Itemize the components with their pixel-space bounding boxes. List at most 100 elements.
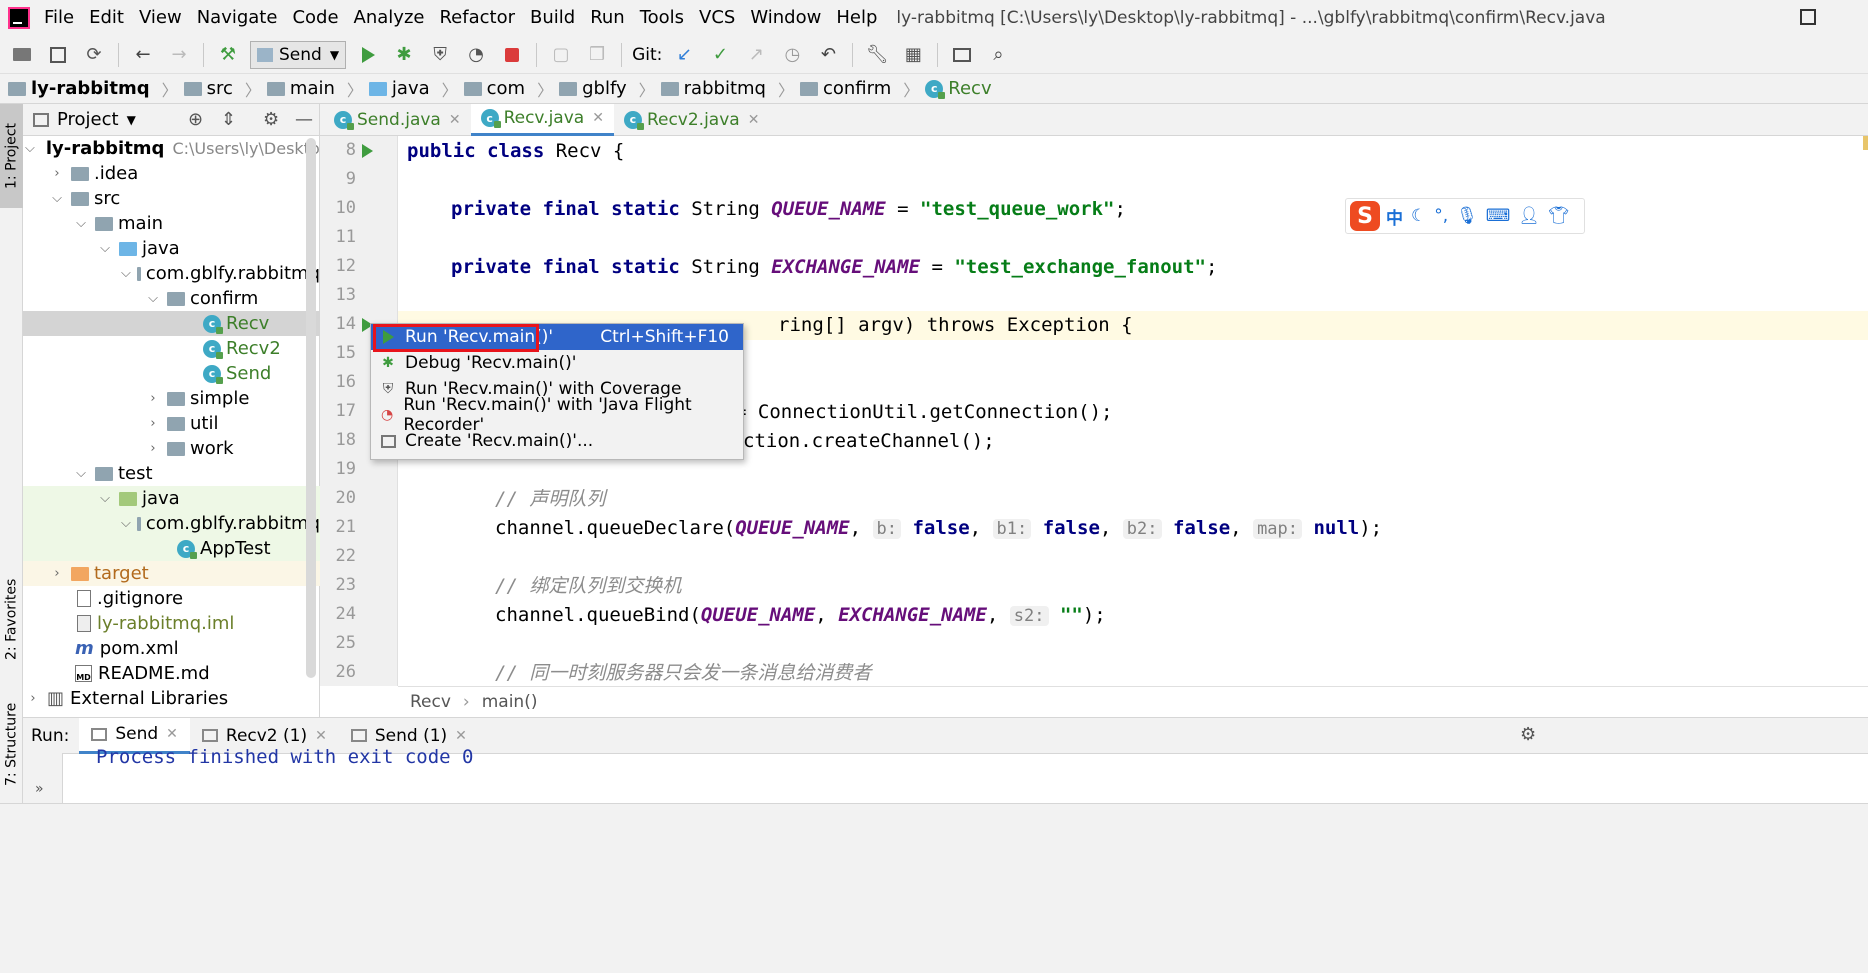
tab-structure[interactable]: 7: Structure [0, 689, 23, 799]
menu-file[interactable]: File [44, 0, 74, 36]
tree-item-iml[interactable]: ly-rabbitmq.iml [23, 611, 320, 636]
chevron-down-icon[interactable]: ⌵ [25, 141, 35, 156]
breadcrumb-item-confirm[interactable]: confirm [799, 78, 891, 99]
close-icon[interactable]: ✕ [315, 728, 327, 744]
menu-item-create-config[interactable]: Create 'Recv.main()'... [371, 428, 743, 454]
menu-edit[interactable]: Edit [89, 0, 124, 36]
breadcrumb-item-project[interactable]: ly-rabbitmq [8, 78, 150, 99]
menu-help[interactable]: Help [836, 0, 877, 36]
chevron-down-icon[interactable]: ⌵ [121, 516, 131, 531]
sync-icon[interactable]: ⟳ [82, 43, 106, 67]
tree-item-gitignore[interactable]: .gitignore [23, 586, 320, 611]
git-commit-icon[interactable]: ✓ [708, 43, 732, 67]
profile-icon[interactable]: ◔ [464, 43, 488, 67]
chevron-down-icon[interactable]: ▼ [127, 113, 136, 127]
breadcrumb-item-recv[interactable]: c Recv [925, 78, 992, 99]
gear-icon[interactable]: ⚙ [1520, 724, 1536, 745]
editor-breadcrumb-class[interactable]: Recv [410, 692, 451, 712]
chinese-mode-icon[interactable]: 中 [1386, 204, 1403, 229]
chevron-down-icon[interactable]: ⌵ [97, 491, 113, 506]
sogou-logo-icon[interactable]: S [1350, 201, 1380, 231]
menu-item-run-flight-recorder[interactable]: ◔ Run 'Recv.main()' with 'Java Flight Re… [371, 395, 743, 435]
chevron-down-icon[interactable]: ⌵ [73, 216, 89, 231]
project-scrollbar[interactable] [306, 138, 316, 678]
settings-wrench-icon[interactable]: 🔧︎ [865, 43, 889, 67]
presentation-icon[interactable] [950, 43, 974, 67]
chevron-down-icon[interactable]: ⌵ [97, 241, 113, 256]
close-icon[interactable]: ✕ [748, 112, 760, 128]
stop-icon[interactable] [500, 43, 524, 67]
chevron-right-icon[interactable]: › [49, 566, 65, 581]
run-gutter-icon[interactable] [362, 144, 373, 158]
git-history-icon[interactable]: ◷ [780, 43, 804, 67]
punctuation-icon[interactable]: °, [1434, 206, 1448, 226]
chevron-down-icon[interactable]: ⌵ [49, 191, 65, 206]
breadcrumb-item-gblfy[interactable]: gblfy [559, 78, 627, 99]
breadcrumb-item-main[interactable]: main [266, 78, 335, 99]
project-view-selector[interactable]: Project [57, 109, 119, 130]
chevron-right-icon[interactable]: › [145, 441, 161, 456]
chevron-down-icon[interactable]: ⌵ [73, 466, 89, 481]
run-config-dropdown[interactable]: Send ▼ [250, 40, 347, 69]
tree-item-test-package[interactable]: ⌵ com.gblfy.rabbitmq [23, 511, 320, 536]
breadcrumb-item-com[interactable]: com [463, 78, 525, 99]
tab-send-java[interactable]: c Send.java ✕ [324, 104, 471, 136]
tree-item-recv[interactable]: c Recv [23, 311, 320, 336]
tree-item-work[interactable]: › work [23, 436, 320, 461]
chevron-right-icon[interactable]: › [25, 691, 41, 706]
build-hammer-icon[interactable]: ⚒ [216, 43, 240, 67]
tree-item-util[interactable]: › util [23, 411, 320, 436]
chevron-down-icon[interactable]: ⌵ [121, 266, 131, 281]
menu-build[interactable]: Build [530, 0, 575, 36]
run-icon[interactable] [356, 43, 380, 67]
save-icon[interactable] [46, 43, 70, 67]
menu-refactor[interactable]: Refactor [439, 0, 515, 36]
back-arrow-icon[interactable]: ← [131, 43, 155, 67]
close-icon[interactable]: ✕ [455, 728, 467, 744]
git-rollback-icon[interactable]: ↶ [816, 43, 840, 67]
tree-item-target[interactable]: › target [23, 561, 320, 586]
tree-item-idea[interactable]: › .idea [23, 161, 320, 186]
chevron-right-icon[interactable]: › [145, 416, 161, 431]
tree-item-readme[interactable]: MD README.md [23, 661, 320, 686]
menu-code[interactable]: Code [292, 0, 338, 36]
collapse-all-icon[interactable]: ⇕ [221, 109, 236, 130]
expand-icon[interactable]: » [35, 781, 44, 797]
breadcrumb-item-src[interactable]: src [183, 78, 233, 99]
build-artifacts-icon[interactable]: ❒ [585, 43, 609, 67]
tree-item-java[interactable]: ⌵ java [23, 236, 320, 261]
menu-analyze[interactable]: Analyze [354, 0, 425, 36]
menu-vcs[interactable]: VCS [699, 0, 735, 36]
menu-window[interactable]: Window [750, 0, 821, 36]
tree-item-test[interactable]: ⌵ test [23, 461, 320, 486]
tree-item-apptest[interactable]: c AppTest [23, 536, 320, 561]
minimize-icon[interactable]: — [295, 109, 313, 130]
skin-icon[interactable]: 👕︎ [1548, 206, 1570, 226]
tab-favorites[interactable]: 2: Favorites [0, 564, 23, 674]
menu-run[interactable]: Run [590, 0, 625, 36]
chevron-right-icon[interactable]: › [145, 391, 161, 406]
menu-navigate[interactable]: Navigate [197, 0, 278, 36]
moon-icon[interactable]: ☾ [1411, 206, 1426, 226]
tree-item-confirm[interactable]: ⌵ confirm [23, 286, 320, 311]
close-icon[interactable]: ✕ [166, 726, 178, 742]
tree-item-recv2[interactable]: c Recv2 [23, 336, 320, 361]
restore-window-icon[interactable] [1800, 9, 1816, 25]
close-icon[interactable]: ✕ [449, 112, 461, 128]
menu-view[interactable]: View [139, 0, 182, 36]
close-icon[interactable]: ✕ [592, 110, 604, 126]
gear-icon[interactable]: ⚙ [263, 109, 279, 130]
tree-item-main[interactable]: ⌵ main [23, 211, 320, 236]
tree-item-test-java[interactable]: ⌵ java [23, 486, 320, 511]
project-structure-icon[interactable]: ▦ [901, 43, 925, 67]
menu-tools[interactable]: Tools [640, 0, 684, 36]
search-icon[interactable]: ⌕ [986, 43, 1010, 67]
microphone-icon[interactable]: 🎙︎ [1456, 206, 1478, 226]
editor-breadcrumb-method[interactable]: main() [482, 692, 538, 712]
chevron-right-icon[interactable]: › [49, 166, 65, 181]
tree-item-project-root[interactable]: ⌵ ly-rabbitmq C:\Users\ly\Desktop\ [23, 136, 320, 161]
forward-arrow-icon[interactable]: → [167, 43, 191, 67]
tree-item-src[interactable]: ⌵ src [23, 186, 320, 211]
chevron-down-icon[interactable]: ⌵ [145, 291, 161, 306]
tree-item-external-libraries[interactable]: › ▥ External Libraries [23, 686, 320, 711]
